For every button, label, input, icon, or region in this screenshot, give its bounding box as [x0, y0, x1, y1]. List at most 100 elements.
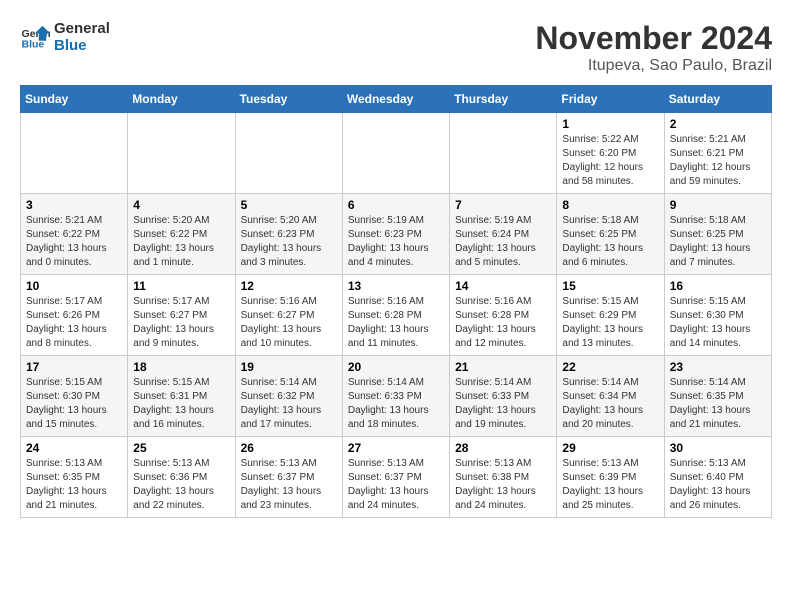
day-info: Sunrise: 5:13 AM Sunset: 6:36 PM Dayligh…	[133, 457, 229, 513]
calendar-week-0: 1 Sunrise: 5:22 AM Sunset: 6:20 PM Daylig…	[21, 113, 772, 194]
calendar-cell: 11 Sunrise: 5:17 AM Sunset: 6:27 PM Dayli…	[128, 275, 235, 356]
calendar-week-4: 24 Sunrise: 5:13 AM Sunset: 6:35 PM Dayli…	[21, 437, 772, 518]
calendar-cell: 23 Sunrise: 5:14 AM Sunset: 6:35 PM Dayli…	[664, 356, 771, 437]
day-header-friday: Friday	[557, 86, 664, 113]
calendar-cell: 8 Sunrise: 5:18 AM Sunset: 6:25 PM Daylig…	[557, 194, 664, 275]
calendar-cell: 10Sunrise: 5:17 AM Sunset: 6:26 PM Dayli…	[21, 275, 128, 356]
day-info: Sunrise: 5:21 AM Sunset: 6:22 PM Dayligh…	[26, 214, 122, 270]
day-number: 8	[562, 198, 658, 212]
day-number: 5	[241, 198, 337, 212]
day-number: 18	[133, 360, 229, 374]
calendar-cell	[128, 113, 235, 194]
logo-line2: Blue	[54, 37, 110, 54]
day-info: Sunrise: 5:13 AM Sunset: 6:37 PM Dayligh…	[241, 457, 337, 513]
calendar-week-1: 3 Sunrise: 5:21 AM Sunset: 6:22 PM Daylig…	[21, 194, 772, 275]
day-info: Sunrise: 5:16 AM Sunset: 6:28 PM Dayligh…	[348, 295, 444, 351]
day-number: 29	[562, 441, 658, 455]
day-info: Sunrise: 5:20 AM Sunset: 6:23 PM Dayligh…	[241, 214, 337, 270]
day-info: Sunrise: 5:18 AM Sunset: 6:25 PM Dayligh…	[562, 214, 658, 270]
logo-icon: General Blue	[20, 22, 50, 52]
day-number: 23	[670, 360, 766, 374]
day-number: 13	[348, 279, 444, 293]
day-number: 2	[670, 117, 766, 131]
day-number: 30	[670, 441, 766, 455]
day-number: 7	[455, 198, 551, 212]
day-number: 27	[348, 441, 444, 455]
calendar-cell: 4 Sunrise: 5:20 AM Sunset: 6:22 PM Daylig…	[128, 194, 235, 275]
day-number: 19	[241, 360, 337, 374]
day-info: Sunrise: 5:15 AM Sunset: 6:30 PM Dayligh…	[26, 376, 122, 432]
day-number: 11	[133, 279, 229, 293]
calendar-cell: 14 Sunrise: 5:16 AM Sunset: 6:28 PM Dayli…	[450, 275, 557, 356]
day-number: 14	[455, 279, 551, 293]
day-number: 9	[670, 198, 766, 212]
day-header-saturday: Saturday	[664, 86, 771, 113]
day-info: Sunrise: 5:13 AM Sunset: 6:37 PM Dayligh…	[348, 457, 444, 513]
calendar-cell: 15 Sunrise: 5:15 AM Sunset: 6:29 PM Dayli…	[557, 275, 664, 356]
day-header-thursday: Thursday	[450, 86, 557, 113]
calendar-header-row: SundayMondayTuesdayWednesdayThursdayFrid…	[21, 86, 772, 113]
calendar-cell: 22Sunrise: 5:14 AM Sunset: 6:34 PM Dayli…	[557, 356, 664, 437]
title-area: November 2024 Itupeva, Sao Paulo, Brazil	[535, 20, 772, 75]
day-number: 1	[562, 117, 658, 131]
calendar-cell: 28 Sunrise: 5:13 AM Sunset: 6:38 PM Dayli…	[450, 437, 557, 518]
logo: General Blue General Blue	[20, 20, 110, 54]
calendar-week-2: 10Sunrise: 5:17 AM Sunset: 6:26 PM Dayli…	[21, 275, 772, 356]
day-number: 15	[562, 279, 658, 293]
day-number: 6	[348, 198, 444, 212]
day-number: 25	[133, 441, 229, 455]
calendar-cell: 3 Sunrise: 5:21 AM Sunset: 6:22 PM Daylig…	[21, 194, 128, 275]
day-number: 12	[241, 279, 337, 293]
calendar-cell: 29Sunrise: 5:13 AM Sunset: 6:39 PM Dayli…	[557, 437, 664, 518]
day-number: 28	[455, 441, 551, 455]
calendar-cell: 24 Sunrise: 5:13 AM Sunset: 6:35 PM Dayli…	[21, 437, 128, 518]
day-info: Sunrise: 5:15 AM Sunset: 6:30 PM Dayligh…	[670, 295, 766, 351]
calendar-cell: 25 Sunrise: 5:13 AM Sunset: 6:36 PM Dayli…	[128, 437, 235, 518]
calendar-cell: 2 Sunrise: 5:21 AM Sunset: 6:21 PM Daylig…	[664, 113, 771, 194]
day-number: 4	[133, 198, 229, 212]
logo-line1: General	[54, 20, 110, 37]
day-info: Sunrise: 5:16 AM Sunset: 6:28 PM Dayligh…	[455, 295, 551, 351]
calendar-cell: 5 Sunrise: 5:20 AM Sunset: 6:23 PM Daylig…	[235, 194, 342, 275]
day-info: Sunrise: 5:17 AM Sunset: 6:27 PM Dayligh…	[133, 295, 229, 351]
calendar-cell: 13 Sunrise: 5:16 AM Sunset: 6:28 PM Dayli…	[342, 275, 449, 356]
day-info: Sunrise: 5:13 AM Sunset: 6:40 PM Dayligh…	[670, 457, 766, 513]
day-info: Sunrise: 5:16 AM Sunset: 6:27 PM Dayligh…	[241, 295, 337, 351]
day-number: 3	[26, 198, 122, 212]
calendar-cell: 26 Sunrise: 5:13 AM Sunset: 6:37 PM Dayli…	[235, 437, 342, 518]
day-number: 17	[26, 360, 122, 374]
day-info: Sunrise: 5:14 AM Sunset: 6:33 PM Dayligh…	[348, 376, 444, 432]
day-info: Sunrise: 5:13 AM Sunset: 6:35 PM Dayligh…	[26, 457, 122, 513]
day-info: Sunrise: 5:22 AM Sunset: 6:20 PM Dayligh…	[562, 133, 658, 189]
calendar-cell	[235, 113, 342, 194]
calendar-cell: 27 Sunrise: 5:13 AM Sunset: 6:37 PM Dayli…	[342, 437, 449, 518]
calendar-cell: 6Sunrise: 5:19 AM Sunset: 6:23 PM Daylig…	[342, 194, 449, 275]
header: General Blue General Blue November 2024 …	[20, 20, 772, 75]
calendar-cell: 12 Sunrise: 5:16 AM Sunset: 6:27 PM Dayli…	[235, 275, 342, 356]
day-number: 24	[26, 441, 122, 455]
calendar-cell: 7Sunrise: 5:19 AM Sunset: 6:24 PM Daylig…	[450, 194, 557, 275]
day-info: Sunrise: 5:21 AM Sunset: 6:21 PM Dayligh…	[670, 133, 766, 189]
calendar-week-3: 17 Sunrise: 5:15 AM Sunset: 6:30 PM Dayli…	[21, 356, 772, 437]
calendar-subtitle: Itupeva, Sao Paulo, Brazil	[535, 57, 772, 75]
day-header-wednesday: Wednesday	[342, 86, 449, 113]
day-info: Sunrise: 5:14 AM Sunset: 6:35 PM Dayligh…	[670, 376, 766, 432]
day-number: 10	[26, 279, 122, 293]
calendar-cell: 19 Sunrise: 5:14 AM Sunset: 6:32 PM Dayli…	[235, 356, 342, 437]
day-number: 16	[670, 279, 766, 293]
calendar-cell	[21, 113, 128, 194]
day-info: Sunrise: 5:14 AM Sunset: 6:32 PM Dayligh…	[241, 376, 337, 432]
day-info: Sunrise: 5:14 AM Sunset: 6:34 PM Dayligh…	[562, 376, 658, 432]
day-number: 20	[348, 360, 444, 374]
day-info: Sunrise: 5:13 AM Sunset: 6:38 PM Dayligh…	[455, 457, 551, 513]
calendar-cell: 9Sunrise: 5:18 AM Sunset: 6:25 PM Daylig…	[664, 194, 771, 275]
day-info: Sunrise: 5:15 AM Sunset: 6:31 PM Dayligh…	[133, 376, 229, 432]
calendar-cell	[342, 113, 449, 194]
day-info: Sunrise: 5:20 AM Sunset: 6:22 PM Dayligh…	[133, 214, 229, 270]
calendar-cell: 17 Sunrise: 5:15 AM Sunset: 6:30 PM Dayli…	[21, 356, 128, 437]
day-number: 21	[455, 360, 551, 374]
day-info: Sunrise: 5:15 AM Sunset: 6:29 PM Dayligh…	[562, 295, 658, 351]
day-number: 26	[241, 441, 337, 455]
day-header-monday: Monday	[128, 86, 235, 113]
calendar-title: November 2024	[535, 20, 772, 57]
